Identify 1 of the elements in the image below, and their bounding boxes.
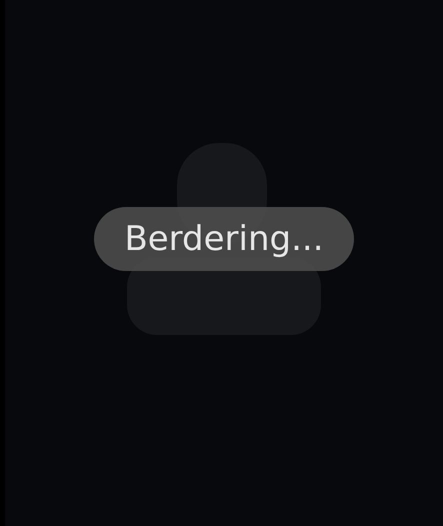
call-status-label: Berdering... (94, 207, 354, 271)
